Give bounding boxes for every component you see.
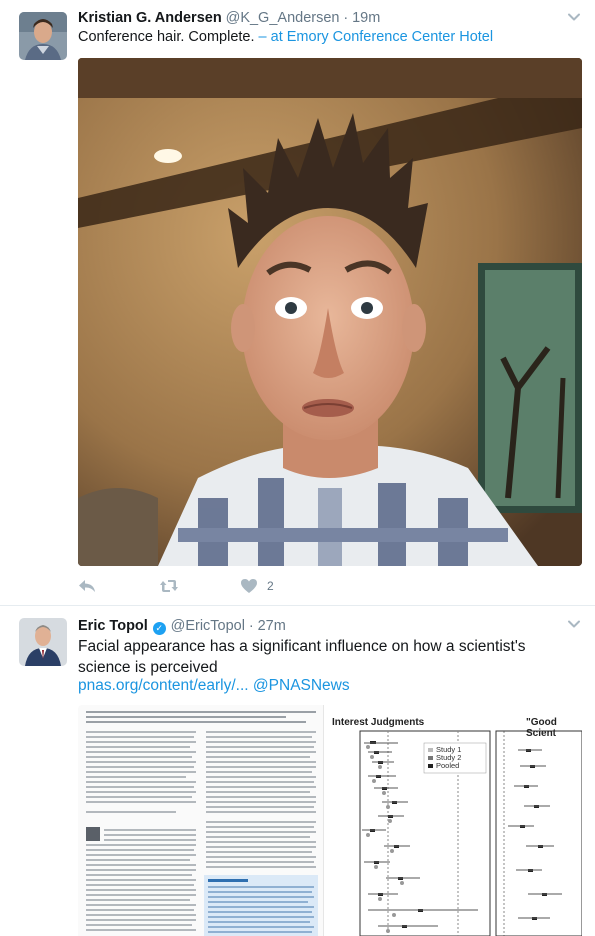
- avatar[interactable]: [19, 12, 67, 60]
- tweet-header: Kristian G. Andersen @K_G_Andersen · 19m: [78, 8, 380, 27]
- panel-title-interest: Interest Judgments: [332, 717, 425, 728]
- paper-page-image: [78, 705, 324, 936]
- legend-pooled: Pooled: [436, 761, 459, 770]
- tweet-actions: 2: [78, 572, 378, 600]
- separator: ·: [248, 618, 254, 634]
- figure-panels: Interest Judgments "Good Scient Study 1 …: [328, 705, 582, 936]
- panel-title-good-scientist: "Good Scient: [526, 717, 557, 739]
- tweet-links: pnas.org/content/early/... @PNASNews: [78, 677, 350, 695]
- mention-link[interactable]: @PNASNews: [253, 677, 350, 694]
- tweet-text: Facial appearance has a significant infl…: [78, 638, 526, 676]
- like-button[interactable]: 2: [240, 576, 274, 596]
- author-handle[interactable]: @EricTopol: [171, 618, 245, 634]
- tweet-body: Conference hair. Complete.: [78, 29, 255, 45]
- like-count: 2: [267, 579, 274, 593]
- selfie-photo: [78, 58, 582, 566]
- location-link[interactable]: – at Emory Conference Center Hotel: [255, 29, 494, 45]
- verified-badge-icon: ✓: [152, 622, 166, 635]
- avatar-photo: [19, 12, 67, 60]
- heart-icon: [241, 579, 257, 593]
- tweet-eric[interactable]: Eric Topol ✓ @EricTopol · 27m Facial app…: [0, 607, 595, 936]
- caret-down-icon[interactable]: [567, 617, 581, 631]
- author-handle[interactable]: @K_G_Andersen: [226, 10, 340, 26]
- retweet-icon: [160, 580, 178, 592]
- reply-icon: [79, 580, 95, 592]
- article-link[interactable]: pnas.org/content/early/...: [78, 677, 249, 694]
- tweet-kristian[interactable]: Kristian G. Andersen @K_G_Andersen · 19m…: [0, 0, 595, 606]
- avatar[interactable]: [19, 618, 67, 666]
- avatar-photo: [19, 618, 67, 666]
- reply-button[interactable]: [78, 576, 96, 596]
- tweet-image[interactable]: Interest Judgments "Good Scient Study 1 …: [78, 705, 582, 936]
- tweet-header: Eric Topol ✓ @EricTopol · 27m: [78, 616, 286, 635]
- separator: ·: [343, 10, 349, 26]
- timestamp[interactable]: 19m: [352, 10, 380, 26]
- tweet-photo[interactable]: [78, 58, 582, 566]
- retweet-button[interactable]: [159, 576, 179, 596]
- paper-text-graphic: [86, 711, 318, 936]
- forest-plot-graphic: Study 1 Study 2 Pooled: [359, 730, 582, 936]
- author-name[interactable]: Eric Topol: [78, 618, 148, 634]
- caret-down-icon[interactable]: [567, 10, 581, 24]
- timestamp[interactable]: 27m: [258, 618, 286, 634]
- author-name[interactable]: Kristian G. Andersen: [78, 10, 222, 26]
- tweet-text: Conference hair. Complete. – at Emory Co…: [78, 28, 578, 47]
